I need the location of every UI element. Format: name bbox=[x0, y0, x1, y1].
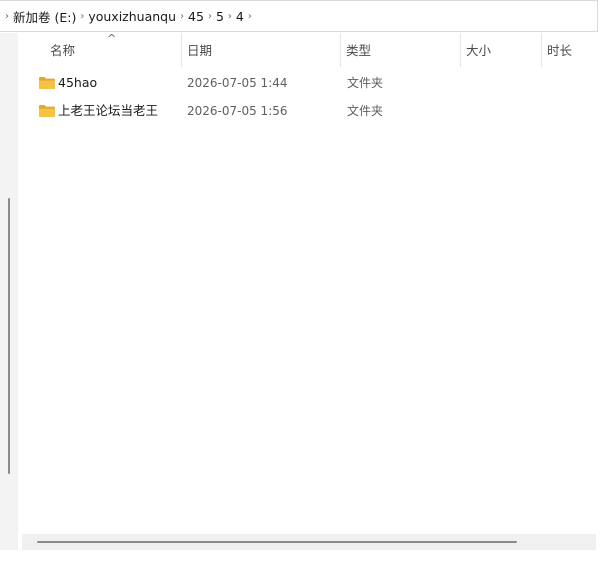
column-header-row: ^ 名称 日期 类型 大小 时长 bbox=[18, 33, 600, 67]
breadcrumb-item-4[interactable]: 4 bbox=[235, 9, 245, 24]
file-explorer-window: › 新加卷 (E:) › youxizhuanqu › 45 › 5 › 4 ›… bbox=[0, 0, 600, 565]
file-name-cell: 上老王论坛当老王 bbox=[38, 98, 158, 124]
breadcrumb[interactable]: › 新加卷 (E:) › youxizhuanqu › 45 › 5 › 4 › bbox=[0, 0, 598, 32]
breadcrumb-item-5[interactable]: 5 bbox=[215, 9, 225, 24]
file-name: 上老王论坛当老王 bbox=[58, 103, 159, 118]
column-header-type[interactable]: 类型 bbox=[340, 33, 461, 67]
file-date: 2026-07-05 1:44 bbox=[187, 76, 288, 90]
file-type: 文件夹 bbox=[347, 76, 384, 90]
breadcrumb-separator: › bbox=[207, 10, 212, 22]
breadcrumb-separator: › bbox=[247, 10, 252, 22]
folder-icon bbox=[39, 104, 55, 117]
file-name: 45hao bbox=[58, 75, 98, 90]
horizontal-scrollbar[interactable] bbox=[22, 534, 596, 550]
breadcrumb-separator: › bbox=[227, 10, 232, 22]
breadcrumb-item-youxizhuanqu[interactable]: youxizhuanqu bbox=[87, 9, 177, 24]
nav-pane-scrollbar-thumb[interactable] bbox=[8, 198, 10, 474]
navigation-pane bbox=[0, 33, 18, 550]
folder-icon bbox=[39, 76, 55, 89]
file-date: 2026-07-05 1:56 bbox=[187, 104, 288, 118]
breadcrumb-item-drive[interactable]: 新加卷 (E:) bbox=[12, 7, 77, 26]
breadcrumb-separator: › bbox=[5, 10, 9, 22]
column-header-date[interactable]: 日期 bbox=[181, 33, 341, 67]
file-type: 文件夹 bbox=[347, 104, 384, 118]
file-row-45hao[interactable]: 45hao 2026-07-05 1:44 文件夹 bbox=[38, 70, 438, 96]
file-list-pane: ^ 名称 日期 类型 大小 时长 45hao 2026-07-05 1:44 文… bbox=[18, 33, 600, 565]
column-header-name[interactable]: 名称 bbox=[44, 33, 182, 67]
column-header-size[interactable]: 大小 bbox=[460, 33, 542, 67]
breadcrumb-item-45[interactable]: 45 bbox=[187, 9, 205, 24]
file-row-laowang[interactable]: 上老王论坛当老王 2026-07-05 1:56 文件夹 bbox=[38, 98, 438, 124]
breadcrumb-separator: › bbox=[180, 10, 185, 22]
file-name-cell: 45hao bbox=[38, 70, 97, 96]
column-header-duration[interactable]: 时长 bbox=[541, 33, 600, 67]
horizontal-scrollbar-thumb[interactable] bbox=[37, 541, 517, 543]
breadcrumb-separator: › bbox=[80, 10, 85, 22]
